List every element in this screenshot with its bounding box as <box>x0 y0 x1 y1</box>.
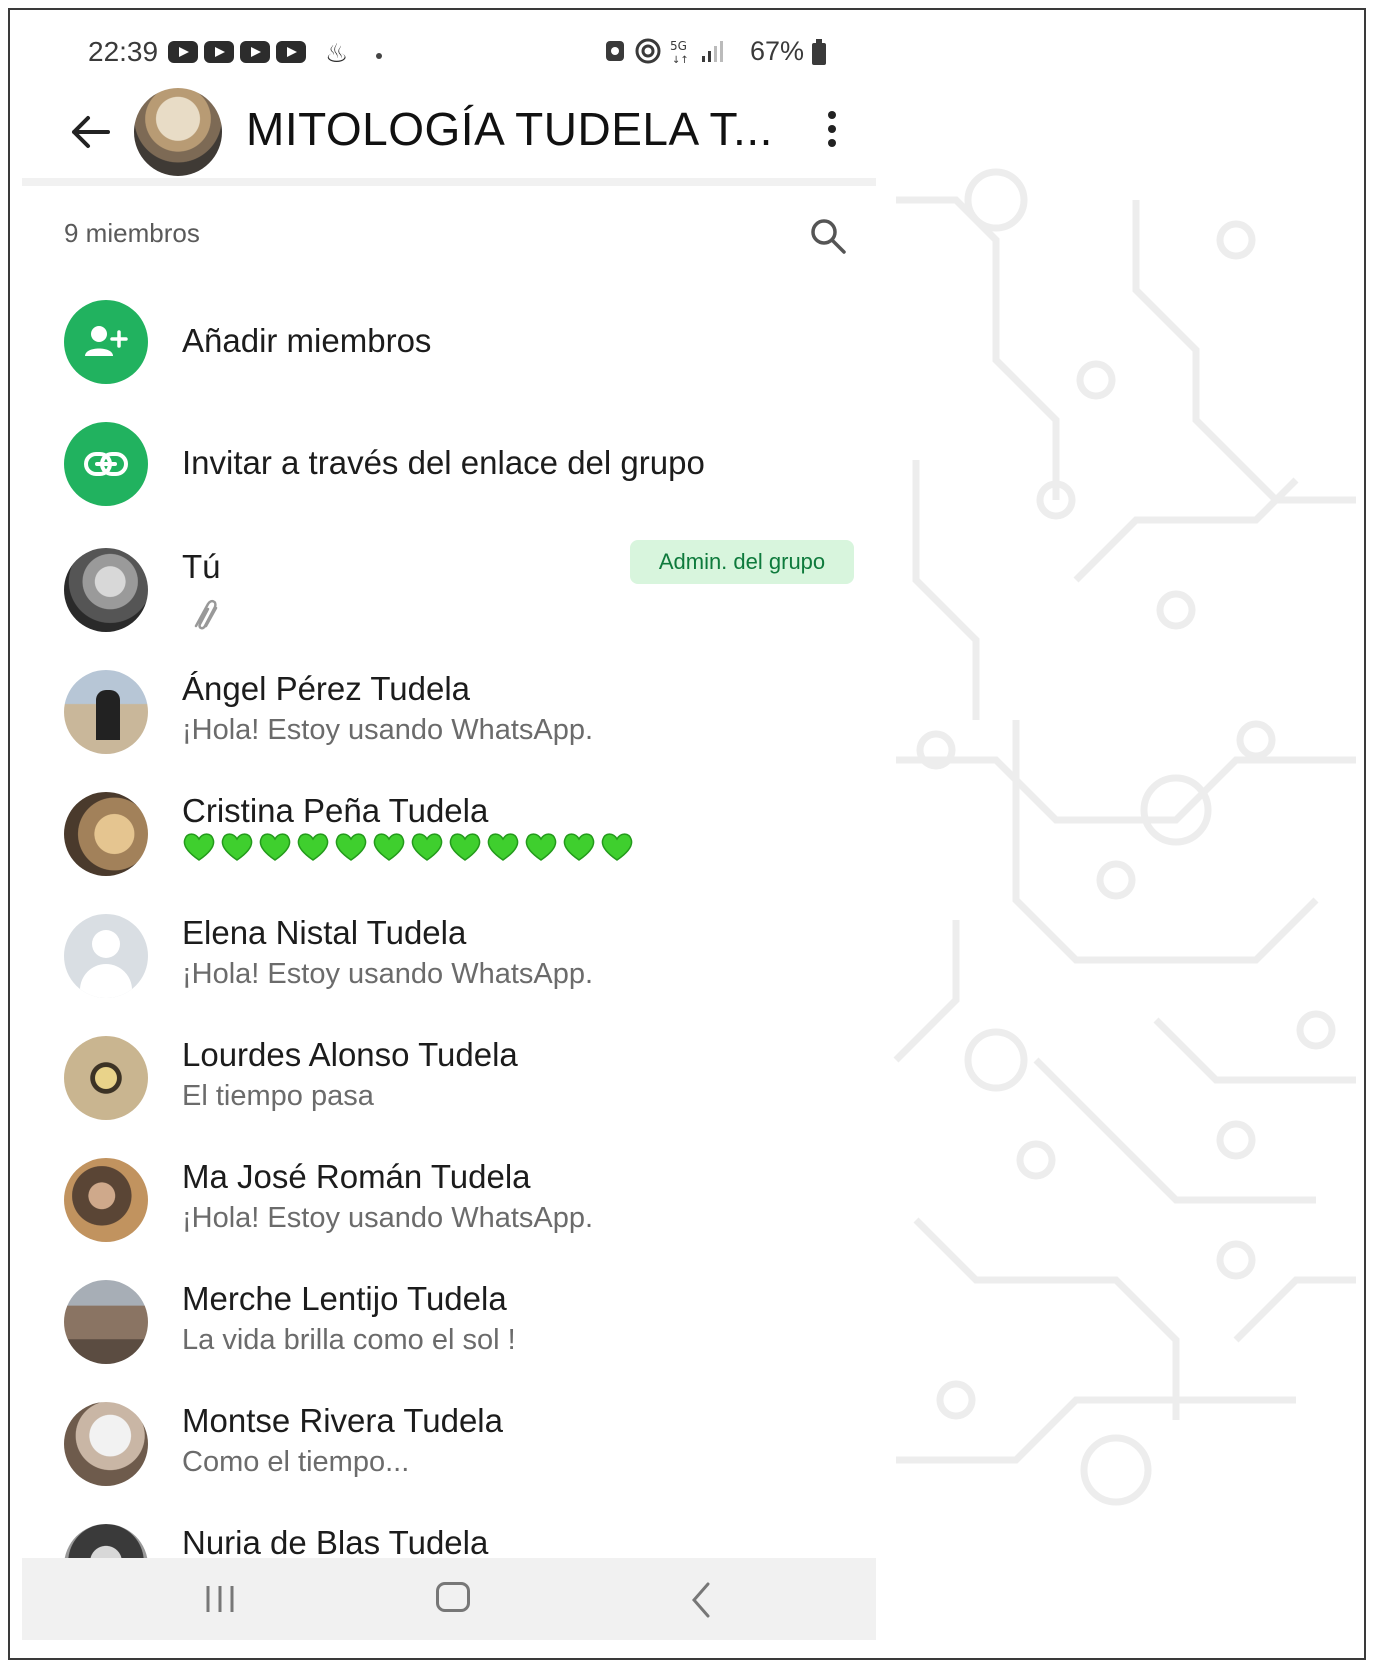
member-about: ¡Hola! Estoy usando WhatsApp. <box>182 714 594 746</box>
group-title[interactable]: MITOLOGÍA TUDELA T... <box>246 102 773 156</box>
member-row[interactable]: Nuria de Blas Tudela <box>22 1524 876 1558</box>
member-name: Ángel Pérez Tudela <box>182 670 471 707</box>
status-bar: 22:39 ♨ 5G ↓↑ 67% <box>22 10 876 90</box>
more-options-icon[interactable] <box>822 108 842 156</box>
search-icon[interactable] <box>808 216 848 256</box>
android-navigation-bar <box>22 1558 876 1640</box>
svg-text:↓↑: ↓↑ <box>672 55 689 66</box>
avatar <box>64 1158 148 1242</box>
network-type: 5G <box>670 39 687 53</box>
green-heart-icon <box>487 833 519 861</box>
paperclip-icon <box>186 596 226 632</box>
phone-screen: 22:39 ♨ 5G ↓↑ 67% MITOLOGÍA TUDELA T... … <box>22 10 876 1650</box>
member-name: Montse Rivera Tudela <box>182 1402 503 1439</box>
green-heart-icon <box>373 833 405 861</box>
green-heart-icon <box>183 833 215 861</box>
green-heart-icon <box>221 833 253 861</box>
more-notifications-dot-icon <box>376 53 382 59</box>
member-about: ¡Hola! Estoy usando WhatsApp. <box>182 1202 594 1234</box>
avatar <box>64 1524 148 1558</box>
avatar <box>64 1402 148 1486</box>
circuit-background-pattern <box>893 168 1356 1506</box>
green-heart-icon <box>525 833 557 861</box>
link-icon <box>64 422 148 506</box>
members-count: 9 miembros <box>64 218 200 248</box>
member-about: Como el tiempo... <box>182 1446 410 1478</box>
default-avatar-icon <box>64 914 148 998</box>
member-about-hearts <box>182 830 634 864</box>
youtube-notification-icon <box>276 41 306 63</box>
member-about: El tiempo pasa <box>182 1080 374 1112</box>
green-heart-icon <box>335 833 367 861</box>
screenshot-frame: 22:39 ♨ 5G ↓↑ 67% MITOLOGÍA TUDELA T... … <box>8 8 1366 1660</box>
member-name: Ma José Román Tudela <box>182 1158 531 1195</box>
green-heart-icon <box>259 833 291 861</box>
add-person-icon <box>64 300 148 384</box>
youtube-notification-icon <box>204 41 234 63</box>
admin-badge: Admin. del grupo <box>630 540 854 584</box>
home-icon[interactable] <box>436 1582 470 1612</box>
group-avatar[interactable] <box>134 88 222 176</box>
battery-percent: 67% <box>750 36 805 66</box>
status-time: 22:39 <box>88 36 159 67</box>
back-chevron-icon[interactable] <box>686 1580 716 1620</box>
avatar <box>64 1280 148 1364</box>
battery-icon <box>812 39 826 65</box>
add-members-row[interactable]: Añadir miembros <box>22 300 876 416</box>
member-row[interactable]: Montse Rivera Tudela Como el tiempo... <box>22 1402 876 1518</box>
back-arrow-icon[interactable] <box>60 102 120 162</box>
youtube-notification-icon <box>240 41 270 63</box>
member-name: Nuria de Blas Tudela <box>182 1524 489 1558</box>
green-heart-icon <box>411 833 443 861</box>
avatar <box>64 670 148 754</box>
member-row[interactable]: Merche Lentijo Tudela La vida brilla com… <box>22 1280 876 1396</box>
member-name: Merche Lentijo Tudela <box>182 1280 507 1317</box>
group-header: MITOLOGÍA TUDELA T... <box>22 86 876 186</box>
member-about: ¡Hola! Estoy usando WhatsApp. <box>182 958 594 990</box>
member-name: Elena Nistal Tudela <box>182 914 467 951</box>
member-row[interactable]: Lourdes Alonso Tudela El tiempo pasa <box>22 1036 876 1152</box>
member-row[interactable]: Ma José Román Tudela ¡Hola! Estoy usando… <box>22 1158 876 1274</box>
invite-link-label: Invitar a través del enlace del grupo <box>182 444 705 481</box>
member-name: Lourdes Alonso Tudela <box>182 1036 518 1073</box>
avatar <box>64 1036 148 1120</box>
green-heart-icon <box>297 833 329 861</box>
member-name: Tú <box>182 548 221 585</box>
invite-link-row[interactable]: Invitar a través del enlace del grupo <box>22 422 876 538</box>
member-row[interactable]: Cristina Peña Tudela <box>22 792 876 908</box>
green-heart-icon <box>449 833 481 861</box>
member-row[interactable]: Elena Nistal Tudela ¡Hola! Estoy usando … <box>22 914 876 1030</box>
hotspot-notification-icon: ♨ <box>325 38 349 68</box>
member-row[interactable]: Ángel Pérez Tudela ¡Hola! Estoy usando W… <box>22 670 876 786</box>
avatar <box>64 792 148 876</box>
green-heart-icon <box>601 833 633 861</box>
member-about: La vida brilla como el sol ! <box>182 1324 516 1356</box>
member-name: Cristina Peña Tudela <box>182 792 489 829</box>
system-status-icons: 5G ↓↑ <box>606 36 746 73</box>
green-heart-icon <box>563 833 595 861</box>
member-row[interactable]: Tú Admin. del grupo <box>22 540 876 664</box>
add-members-label: Añadir miembros <box>182 322 432 359</box>
avatar <box>64 548 148 632</box>
signal-icons: 5G ↓↑ <box>606 38 723 66</box>
youtube-notification-icon <box>168 41 198 63</box>
recent-apps-icon[interactable] <box>200 1584 240 1614</box>
